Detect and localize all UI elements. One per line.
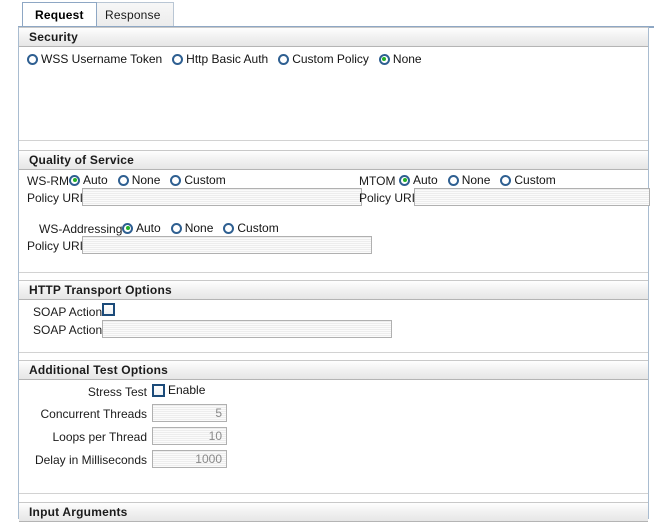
- section-title-qos: Quality of Service: [29, 153, 134, 167]
- radio-icon-wss-username-token: [27, 53, 38, 65]
- radio-security-none[interactable]: None: [378, 52, 422, 66]
- label-stress-test-enable: Enable: [168, 383, 206, 397]
- radio-icon-wsrm-none: [117, 174, 129, 186]
- radio-label-wsrm-auto: Auto: [83, 173, 108, 187]
- input-wsaddressing-policy-uri[interactable]: [82, 236, 372, 254]
- radio-label-custom-policy: Custom Policy: [292, 52, 369, 66]
- radio-http-basic-auth[interactable]: Http Basic Auth: [172, 52, 268, 66]
- radio-label-wsaddressing-custom: Custom: [237, 221, 279, 235]
- label-wsrm-policy-uri: Policy URI: [27, 191, 84, 205]
- additional-test-section-divider: [19, 493, 648, 494]
- radio-mtom-custom[interactable]: Custom: [500, 173, 556, 187]
- radio-label-mtom-custom: Custom: [514, 173, 556, 187]
- radio-label-mtom-none: None: [461, 173, 491, 187]
- wsrm-radio-group[interactable]: Auto None Custom: [69, 173, 226, 187]
- radio-label-mtom-auto: Auto: [413, 173, 438, 187]
- label-ws-addressing: WS-Addressing: [39, 222, 123, 236]
- radio-custom-policy[interactable]: Custom Policy: [278, 52, 369, 66]
- tab-request[interactable]: Request: [22, 2, 97, 26]
- radio-icon-mtom-auto: [399, 174, 410, 186]
- section-title-security: Security: [29, 30, 78, 44]
- radio-icon-http-basic-auth: [172, 53, 184, 65]
- section-title-http-transport: HTTP Transport Options: [29, 283, 172, 297]
- tab-strip: Request Response: [0, 0, 654, 28]
- radio-icon-wsrm-auto: [69, 174, 80, 186]
- radio-label-wss-username-token: WSS Username Token: [41, 52, 163, 66]
- security-section-divider: [19, 140, 648, 141]
- qos-section-divider: [19, 272, 648, 273]
- security-radio-group[interactable]: WSS Username Token Http Basic Auth Custo…: [27, 52, 422, 66]
- input-soap-action[interactable]: [102, 320, 392, 338]
- label-wsaddressing-policy-uri: Policy URI: [27, 239, 84, 253]
- label-mtom-policy-uri: Policy URI: [359, 191, 416, 205]
- request-panel: Security WSS Username Token Http Basic A…: [18, 27, 650, 522]
- label-loops-per-thread: Loops per Thread: [52, 430, 147, 444]
- section-title-additional-test: Additional Test Options: [29, 363, 169, 377]
- radio-icon-wsaddressing-custom: [223, 222, 235, 234]
- radio-wsaddressing-custom[interactable]: Custom: [223, 221, 279, 235]
- radio-icon-custom-policy: [278, 53, 290, 65]
- section-header-http-transport: HTTP Transport Options: [19, 280, 648, 300]
- radio-icon-mtom-custom: [500, 174, 512, 186]
- checkbox-soap-action[interactable]: [102, 303, 115, 316]
- http-transport-section-divider: [19, 352, 648, 353]
- radio-icon-security-none: [378, 53, 390, 65]
- radio-mtom-none[interactable]: None: [447, 173, 491, 187]
- radio-icon-mtom-none: [447, 174, 459, 186]
- radio-label-http-basic-auth: Http Basic Auth: [186, 52, 269, 66]
- value-concurrent-threads: 5: [215, 406, 222, 420]
- section-header-additional-test: Additional Test Options: [19, 360, 648, 380]
- section-header-qos: Quality of Service: [19, 150, 648, 170]
- checkbox-icon-stress-test-enable: [152, 383, 165, 397]
- mtom-radio-group[interactable]: Auto None Custom: [399, 173, 556, 187]
- radio-label-wsrm-none: None: [131, 173, 161, 187]
- section-header-security: Security: [19, 27, 648, 47]
- input-concurrent-threads[interactable]: 5: [152, 404, 227, 422]
- radio-wsaddressing-none[interactable]: None: [170, 221, 214, 235]
- radio-wss-username-token[interactable]: WSS Username Token: [27, 52, 162, 66]
- radio-label-security-none: None: [392, 52, 422, 66]
- label-delay-in-milliseconds: Delay in Milliseconds: [34, 453, 147, 467]
- radio-label-wsaddressing-none: None: [184, 221, 214, 235]
- label-concurrent-threads: Concurrent Threads: [40, 407, 148, 421]
- radio-wsrm-auto[interactable]: Auto: [69, 173, 108, 187]
- radio-label-wsaddressing-auto: Auto: [136, 221, 161, 235]
- radio-label-wsrm-custom: Custom: [184, 173, 226, 187]
- radio-icon-wsrm-custom: [170, 174, 182, 186]
- radio-wsaddressing-auto[interactable]: Auto: [122, 221, 161, 235]
- value-loops-per-thread: 10: [208, 429, 222, 443]
- radio-icon-wsaddressing-none: [170, 222, 182, 234]
- label-soap-action-field: SOAP Action: [33, 323, 103, 337]
- label-stress-test: Stress Test: [87, 385, 147, 399]
- radio-mtom-auto[interactable]: Auto: [399, 173, 438, 187]
- value-delay-in-milliseconds: 1000: [195, 452, 222, 466]
- label-ws-rm: WS-RM: [27, 174, 69, 188]
- tab-request-label: Request: [35, 7, 84, 22]
- radio-wsrm-none[interactable]: None: [117, 173, 161, 187]
- input-loops-per-thread[interactable]: 10: [152, 427, 227, 445]
- checkbox-stress-test-enable[interactable]: Enable: [152, 383, 205, 397]
- input-mtom-policy-uri[interactable]: [414, 188, 650, 206]
- input-delay-in-milliseconds[interactable]: 1000: [152, 450, 227, 468]
- label-mtom: MTOM: [359, 174, 396, 188]
- wsaddressing-radio-group[interactable]: Auto None Custom: [122, 221, 279, 235]
- tab-response[interactable]: Response: [92, 2, 174, 26]
- input-wsrm-policy-uri[interactable]: [82, 188, 362, 206]
- radio-icon-wsaddressing-auto: [122, 222, 133, 234]
- section-header-input-arguments: Input Arguments: [19, 502, 648, 522]
- section-title-input-arguments: Input Arguments: [29, 505, 128, 519]
- tab-response-label: Response: [105, 7, 161, 22]
- label-soap-action-checkbox: SOAP Action: [33, 305, 103, 319]
- radio-wsrm-custom[interactable]: Custom: [170, 173, 226, 187]
